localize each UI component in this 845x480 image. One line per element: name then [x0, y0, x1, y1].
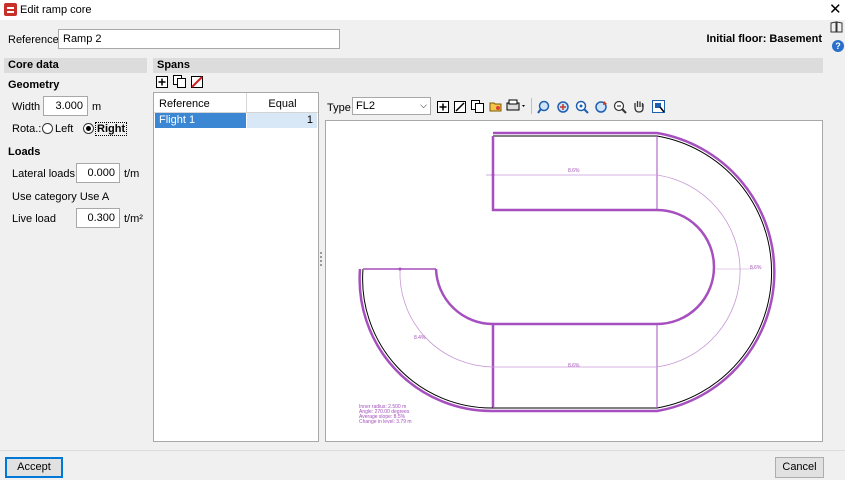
use-category: Use category Use A — [12, 191, 110, 203]
splitter-handle[interactable] — [320, 252, 322, 266]
table-row[interactable]: Flight 1 — [155, 113, 246, 128]
row-reference: Flight 1 — [159, 114, 196, 126]
zoom-rotate-icon[interactable] — [594, 100, 607, 113]
rotation-left-label[interactable]: Left — [55, 123, 73, 135]
pan-hand-icon[interactable] — [632, 99, 644, 113]
width-unit: m — [92, 101, 102, 113]
zoom-out-icon[interactable] — [613, 100, 627, 114]
close-icon[interactable]: ✕ — [829, 1, 842, 18]
loads-title: Loads — [8, 146, 41, 158]
drawing-canvas[interactable]: 8.6% 8.6% 8.4% 8.6% Inner radius: 2.500 … — [325, 120, 823, 442]
bottom-separator — [0, 450, 845, 451]
live-load-input[interactable]: 0.300 — [76, 208, 120, 228]
cancel-button[interactable]: Cancel — [775, 457, 824, 478]
rotation-right-radio[interactable] — [83, 123, 94, 134]
lateral-loads-unit: t/m — [124, 168, 140, 180]
chevron-down-icon: ⌵ — [420, 100, 427, 110]
add-view-icon[interactable] — [437, 101, 449, 113]
toolbar-separator — [531, 98, 532, 114]
spans-header: Spans — [153, 58, 823, 73]
rotation-left-radio[interactable] — [42, 123, 53, 134]
spans-table: Reference Equal Flight 1 1 — [153, 92, 319, 442]
lateral-loads-input[interactable]: 0.000 — [76, 163, 120, 183]
live-load-label: Live load — [12, 213, 57, 225]
type-select-value: FL2 — [356, 100, 375, 112]
title-bar — [0, 0, 845, 20]
accept-button[interactable]: Accept — [5, 457, 63, 478]
slope-label-right: 8.6% — [750, 265, 762, 271]
initial-floor: Initial floor: Basement — [706, 33, 822, 45]
print-menu-icon[interactable] — [506, 99, 528, 113]
col-reference[interactable]: Reference — [159, 98, 210, 110]
window-title: Edit ramp core — [20, 4, 92, 16]
geometry-title: Geometry — [8, 79, 60, 91]
copy-span-icon[interactable] — [173, 75, 186, 88]
app-icon — [4, 3, 17, 16]
zoom-window-icon[interactable] — [537, 100, 550, 114]
lateral-loads-label: Lateral loads — [12, 168, 75, 180]
type-select[interactable]: FL2 ⌵ — [352, 97, 431, 115]
type-label: Type — [327, 102, 351, 114]
core-data-header: Core data — [4, 58, 147, 73]
width-label: Width — [12, 101, 41, 113]
copy-view-icon[interactable] — [471, 100, 484, 113]
help-icon[interactable]: ? — [832, 40, 844, 52]
reference-input[interactable]: Ramp 2 — [58, 29, 340, 49]
slope-label-bottom: 8.6% — [568, 363, 580, 369]
delete-span-icon[interactable] — [191, 76, 203, 88]
open-folder-icon[interactable] — [489, 100, 502, 112]
live-load-unit: t/m² — [124, 213, 143, 225]
rotation-label: Rota.: — [12, 123, 42, 135]
ramp-info: Inner radius: 2.500 m Angle: 270.00 degr… — [359, 405, 412, 425]
help-book-icon[interactable] — [830, 21, 843, 36]
col-equal[interactable]: Equal — [247, 98, 318, 110]
rotation-right-label[interactable]: Right — [95, 122, 128, 136]
slope-label-top: 8.6% — [568, 168, 580, 174]
edit-view-icon[interactable] — [454, 101, 466, 113]
zoom-previous-icon[interactable] — [575, 100, 589, 114]
info-line: Change in level: 3.79 m — [359, 419, 412, 425]
reference-label: Reference — [8, 34, 59, 46]
zoom-all-icon[interactable] — [556, 100, 569, 113]
select-window-icon[interactable] — [652, 100, 665, 113]
row-equal[interactable]: 1 — [247, 113, 317, 128]
slope-label-left: 8.4% — [414, 335, 426, 341]
add-span-icon[interactable] — [156, 76, 168, 88]
width-input[interactable]: 3.000 — [43, 96, 88, 116]
